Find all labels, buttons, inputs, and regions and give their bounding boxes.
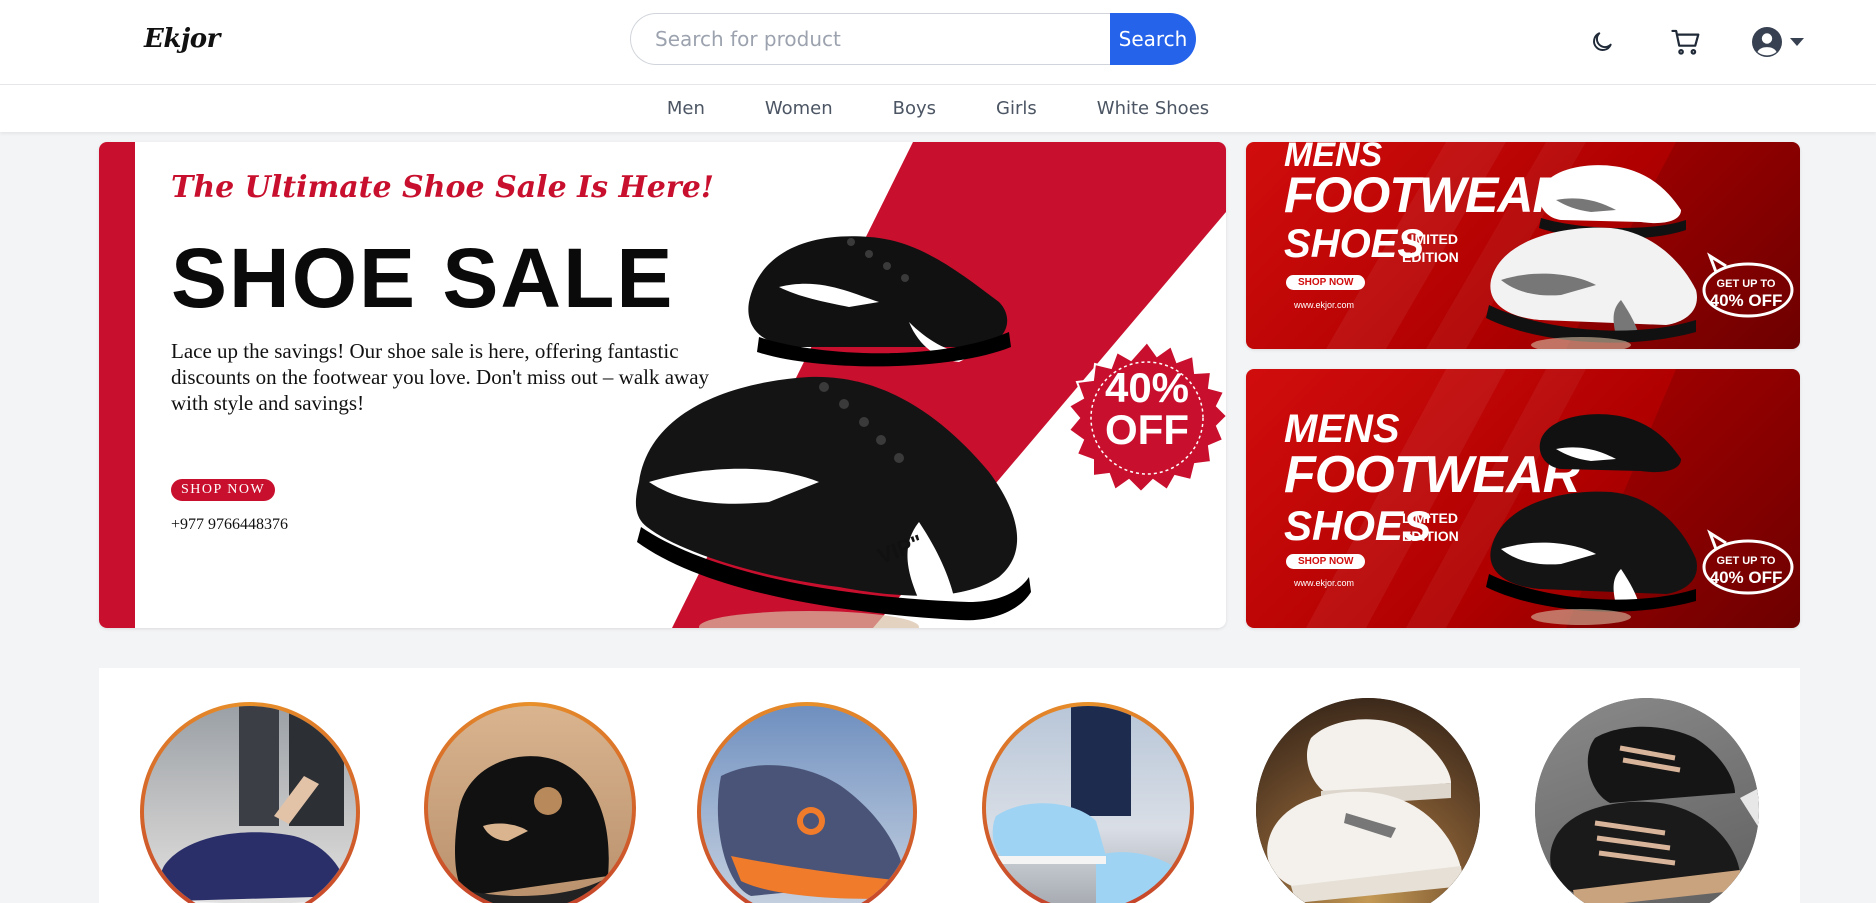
discount-badge: 40% OFF [1067, 340, 1226, 500]
nav-item-girls[interactable]: Girls [996, 98, 1037, 119]
side-banner-1[interactable]: MENS FOOTWEAR SHOES LIMITED EDITION SHOP… [1246, 142, 1800, 349]
nav-item-women[interactable]: Women [765, 98, 833, 119]
side-banner-2[interactable]: MENS FOOTWEAR SHOES LIMITED EDITION SHOP… [1246, 369, 1800, 628]
black-sneaker-image [455, 756, 613, 903]
side-banner-1-shoes-image [1486, 165, 1697, 349]
search-input[interactable] [630, 13, 1110, 65]
top-header: Ekjor Search [0, 0, 1876, 85]
category-black-tan-sneakers[interactable] [1535, 698, 1759, 903]
side-banner-1-discount: 40% OFF [1709, 291, 1783, 310]
category-light-blue-sneakers[interactable] [982, 702, 1194, 903]
hero-description: Lace up the savings! Our shoe sale is he… [171, 339, 710, 415]
side-banner-2-shoes-image [1486, 414, 1697, 625]
side-banner-1-shop-now[interactable]: SHOP NOW [1286, 275, 1366, 290]
side-banner-2-site: www.ekjor.com [1294, 578, 1355, 588]
nav-item-boys[interactable]: Boys [893, 98, 936, 119]
side-banner-1-edition: EDITION [1402, 249, 1459, 265]
search-button[interactable]: Search [1110, 13, 1196, 65]
moon-icon[interactable] [1582, 22, 1622, 62]
category-navy-sneakers[interactable] [140, 702, 360, 903]
grey-orange-sneaker-image [717, 765, 906, 899]
white-sneaker-image [1267, 719, 1464, 903]
side-banner-2-limited: LIMITED [1402, 510, 1458, 526]
side-banner-2-getup: GET UP TO [1716, 555, 1776, 567]
badge-off: OFF [1105, 406, 1189, 453]
category-grey-orange-sneakers[interactable] [697, 702, 917, 903]
side-banner-2-edition: EDITION [1402, 528, 1459, 544]
side-banner-2-mens: MENS [1284, 407, 1400, 451]
hero-tagline: The Ultimate Shoe Sale Is Here! [171, 170, 714, 205]
side-banner-1-limited: LIMITED [1402, 231, 1458, 247]
hero-shop-now-button[interactable]: SHOP NOW [171, 479, 276, 501]
user-icon[interactable] [1750, 22, 1784, 62]
hero-banner[interactable]: VIP" The Ultimate Shoe Sale Is Here! SHO… [99, 142, 1226, 628]
site-logo[interactable]: Ekjor [144, 24, 220, 54]
category-strip [99, 668, 1800, 903]
light-blue-sneaker-image [992, 706, 1186, 903]
side-banner-1-site: www.ekjor.com [1294, 300, 1355, 310]
caret-down-icon[interactable] [1786, 22, 1808, 62]
nav-item-men[interactable]: Men [667, 98, 705, 119]
side-banner-2-discount: 40% OFF [1709, 568, 1783, 587]
badge-percent: 40% [1104, 364, 1190, 411]
category-white-sneakers[interactable] [1256, 698, 1480, 903]
hero-headline: SHOE SALE [171, 231, 675, 325]
hero-phone: +977 9766448376 [171, 516, 289, 533]
black-tan-sneaker-image [1550, 726, 1759, 903]
side-banner-1-getup: GET UP TO [1716, 278, 1776, 290]
category-nav: Men Women Boys Girls White Shoes [0, 85, 1876, 132]
search-bar: Search [630, 13, 1196, 65]
nav-item-white-shoes[interactable]: White Shoes [1097, 98, 1209, 119]
navy-sneaker-image [159, 706, 352, 903]
side-banner-2-shop-now[interactable]: SHOP NOW [1286, 554, 1366, 569]
category-black-sneakers[interactable] [424, 702, 636, 903]
cart-icon[interactable] [1666, 22, 1706, 62]
